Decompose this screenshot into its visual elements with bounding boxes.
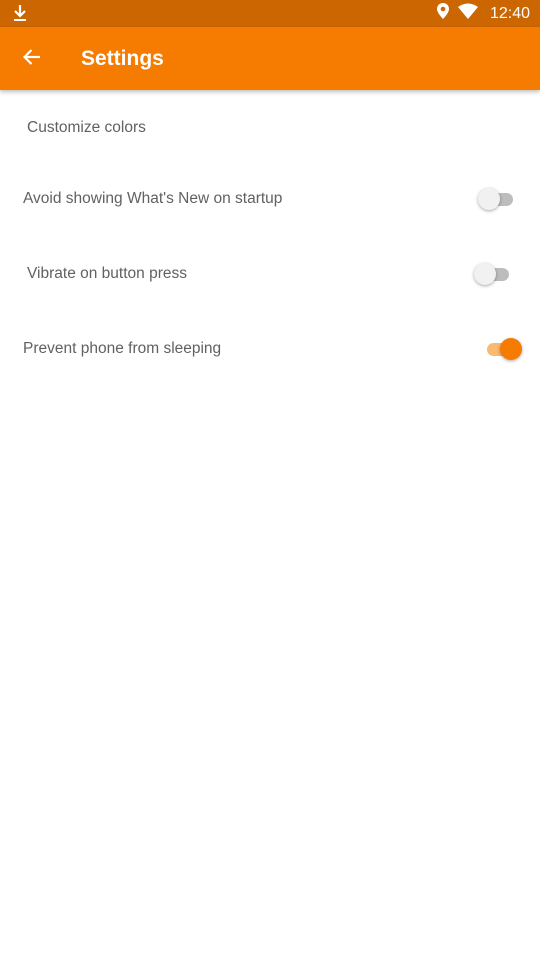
avoid-whats-new-switch[interactable] xyxy=(478,186,518,212)
location-icon xyxy=(436,2,450,25)
setting-label: Vibrate on button press xyxy=(27,265,187,282)
setting-label: Avoid showing What's New on startup xyxy=(23,190,283,207)
switch-thumb xyxy=(474,263,496,285)
back-button[interactable] xyxy=(14,41,50,77)
setting-customize-colors[interactable]: Customize colors xyxy=(0,98,540,158)
setting-label: Prevent phone from sleeping xyxy=(23,340,222,357)
setting-prevent-sleep[interactable]: Prevent phone from sleeping xyxy=(0,319,540,379)
setting-avoid-whats-new[interactable]: Avoid showing What's New on startup xyxy=(0,169,540,229)
wifi-icon xyxy=(457,3,478,24)
switch-thumb xyxy=(478,188,500,210)
page-title: Settings xyxy=(81,47,164,70)
status-time: 12:40 xyxy=(489,4,530,22)
setting-label: Customize colors xyxy=(27,119,146,136)
download-icon xyxy=(12,4,28,22)
switch-thumb xyxy=(500,338,522,360)
vibrate-switch[interactable] xyxy=(474,261,514,287)
status-bar: 12:40 xyxy=(0,0,540,27)
arrow-back-icon xyxy=(22,47,42,72)
status-icons: 12:40 xyxy=(436,0,530,27)
app-bar: Settings xyxy=(0,27,540,90)
setting-vibrate[interactable]: Vibrate on button press xyxy=(0,244,540,304)
prevent-sleep-switch[interactable] xyxy=(484,336,524,362)
